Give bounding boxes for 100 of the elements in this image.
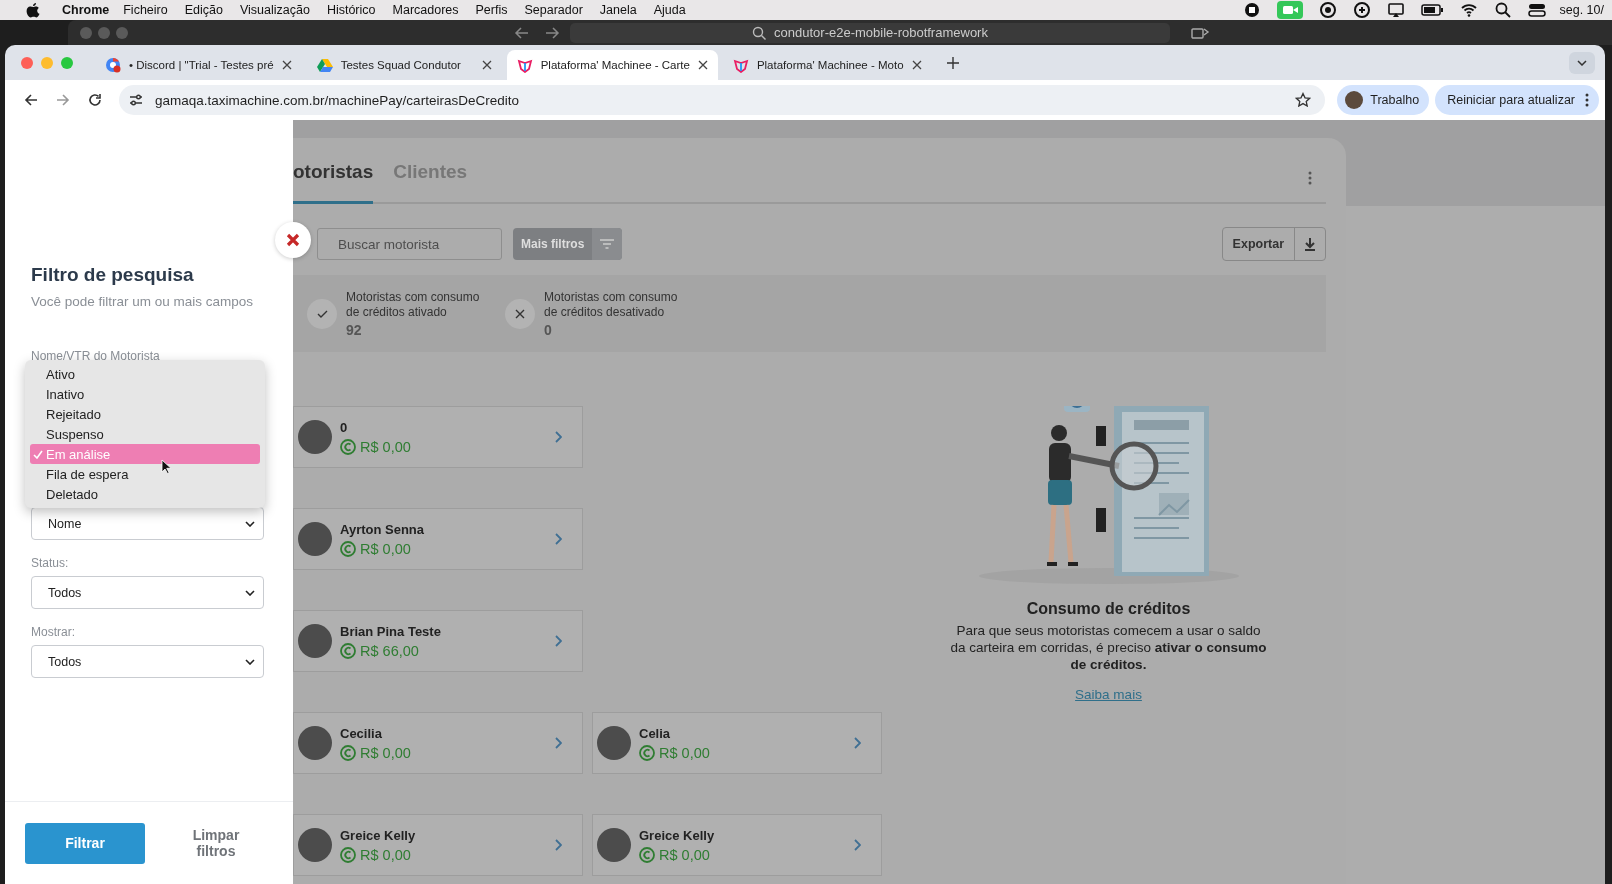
avatar-placeholder: [298, 522, 332, 556]
chevron-down-icon: [245, 520, 255, 527]
coin-icon: [340, 744, 356, 761]
dropdown-option[interactable]: Inativo: [30, 384, 260, 404]
close-icon[interactable]: [281, 60, 292, 70]
driver-card[interactable]: Greice Kelly R$ 0,00: [293, 814, 583, 876]
select-field[interactable]: Todos: [31, 645, 264, 678]
coin-icon: [639, 744, 655, 761]
driver-name: Greice Kelly: [340, 827, 417, 843]
favicon-icon: [316, 57, 333, 73]
menu-item[interactable]: Edição: [184, 3, 223, 17]
menu-item[interactable]: Visualização: [239, 3, 310, 17]
avatar-icon: [1345, 91, 1364, 109]
menu-item[interactable]: Ficheiro: [123, 3, 168, 17]
driver-card[interactable]: 0 R$ 0,00: [293, 406, 583, 468]
back-arrow-icon[interactable]: [24, 93, 38, 107]
driver-name: Celia: [639, 725, 672, 741]
menu-item[interactable]: Separador: [524, 3, 583, 17]
chevron-right-icon: [555, 533, 562, 545]
driver-card[interactable]: Cecilia R$ 0,00: [293, 712, 583, 774]
new-tab-icon[interactable]: [946, 56, 959, 69]
circle-logo-icon[interactable]: [1352, 1, 1371, 19]
site-settings-icon[interactable]: [129, 93, 143, 107]
wifi-icon[interactable]: [1459, 1, 1478, 19]
forward-arrow-icon[interactable]: [544, 25, 560, 40]
chevron-right-icon: [555, 737, 562, 749]
battery-icon[interactable]: [1420, 1, 1444, 19]
chevron-right-icon: [854, 839, 861, 851]
chevron-down-icon: [1577, 59, 1587, 66]
driver-name: Cecilia: [340, 725, 383, 741]
avatar-placeholder: [597, 828, 631, 862]
driver-card[interactable]: Ayrton Senna R$ 0,00: [293, 508, 583, 570]
tab-title: Testes Squad Condutor: [340, 59, 462, 71]
menu-item[interactable]: Marcadores: [392, 3, 459, 17]
address-text: condutor-e2e-mobile-robotframework: [774, 25, 988, 40]
menu-item[interactable]: Ajuda: [653, 3, 686, 17]
close-icon[interactable]: [697, 60, 708, 70]
circle-logo-icon[interactable]: [1318, 1, 1337, 19]
app-menu[interactable]: Chrome: [62, 3, 110, 17]
record-icon[interactable]: [1242, 1, 1261, 19]
check-icon: [307, 298, 337, 329]
driver-name: Greice Kelly: [639, 827, 716, 843]
empty-state-title: Consumo de créditos: [1026, 600, 1191, 618]
favicon-icon: [516, 57, 533, 73]
dropdown-option[interactable]: Rejeitado: [30, 404, 260, 424]
profile-button[interactable]: Trabalho: [1337, 85, 1430, 115]
coin-icon: [340, 846, 356, 863]
browser-tab[interactable]: • Discord | "Trial - Testes pré: [95, 50, 302, 80]
driver-card[interactable]: Celia R$ 0,00: [592, 712, 882, 774]
field-label: Status:: [31, 556, 70, 572]
mouse-pointer-icon: [161, 459, 171, 474]
stat-label: Motoristas com consumo de créditos ativado: [346, 289, 481, 320]
chevron-right-icon: [555, 839, 562, 851]
close-icon: [286, 233, 300, 247]
driver-card[interactable]: Brian Pina Teste R$ 66,00: [293, 610, 583, 672]
avatar-placeholder: [298, 828, 332, 862]
panel-subtitle: Você pode filtrar um ou mais campos: [31, 294, 255, 309]
apple-icon[interactable]: [26, 2, 40, 18]
close-icon[interactable]: [911, 60, 922, 70]
balance-text: R$ 0,00: [360, 540, 411, 557]
stat-value: 92: [346, 321, 363, 338]
balance-text: R$ 0,00: [659, 846, 710, 863]
stat-label: Motoristas com consumo de créditos desativado: [544, 289, 679, 320]
search-icon[interactable]: [1493, 1, 1512, 19]
address-field[interactable]: condutor-e2e-mobile-robotframework: [570, 22, 1170, 43]
dropdown-option[interactable]: Deletado: [30, 484, 260, 504]
page-tab[interactable]: otoristas: [293, 161, 374, 204]
download-icon: [1304, 237, 1316, 251]
dropdown-option[interactable]: Fila de espera: [30, 464, 260, 484]
reload-icon[interactable]: [88, 93, 102, 107]
coin-icon: [340, 642, 356, 659]
chevron-down-icon: [245, 658, 255, 665]
update-button[interactable]: Reiniciar para atualizar: [1435, 85, 1599, 115]
forward-arrow-icon[interactable]: [56, 93, 70, 107]
more-icon[interactable]: [1308, 171, 1312, 185]
select-field[interactable]: Todos: [31, 576, 264, 609]
address-bar[interactable]: gamaqa.taximachine.com.br/machinePay/carteirasDeCredito: [119, 85, 1326, 115]
dropdown-option[interactable]: Ativo: [30, 364, 260, 384]
browser-tab[interactable]: Testes Squad Condutor: [306, 50, 502, 80]
menu-item[interactable]: Perfis: [475, 3, 508, 17]
export-button[interactable]: Exportar: [1221, 227, 1326, 261]
share-icon[interactable]: [1190, 25, 1210, 40]
driver-card[interactable]: Greice Kelly R$ 0,00: [592, 814, 882, 876]
screen-mirror-icon[interactable]: [1386, 1, 1405, 19]
browser-tab[interactable]: Plataforma' Machinee - Moto: [722, 50, 932, 80]
tab-title: Plataforma' Machinee - Carte: [540, 59, 690, 71]
url-text: gamaqa.taximachine.com.br/machinePay/carteirasDeCredito: [155, 92, 519, 108]
driver-name: Brian Pina Teste: [340, 623, 442, 639]
menu-item[interactable]: Janela: [599, 3, 637, 17]
star-icon[interactable]: [1295, 92, 1312, 108]
chevron-right-icon: [555, 635, 562, 647]
browser-tab[interactable]: Plataforma' Machinee - Carte: [506, 50, 718, 80]
control-center-icon[interactable]: [1527, 1, 1546, 19]
dropdown-option[interactable]: Suspenso: [30, 424, 260, 444]
close-icon[interactable]: [481, 60, 492, 70]
clear-filters-button[interactable]: Limpar filtros: [181, 827, 251, 859]
search-field[interactable]: Buscar motorista: [317, 228, 502, 260]
tab-search-button[interactable]: [1569, 51, 1595, 74]
coin-icon: [639, 846, 655, 863]
menu-item[interactable]: Histórico: [326, 3, 376, 17]
